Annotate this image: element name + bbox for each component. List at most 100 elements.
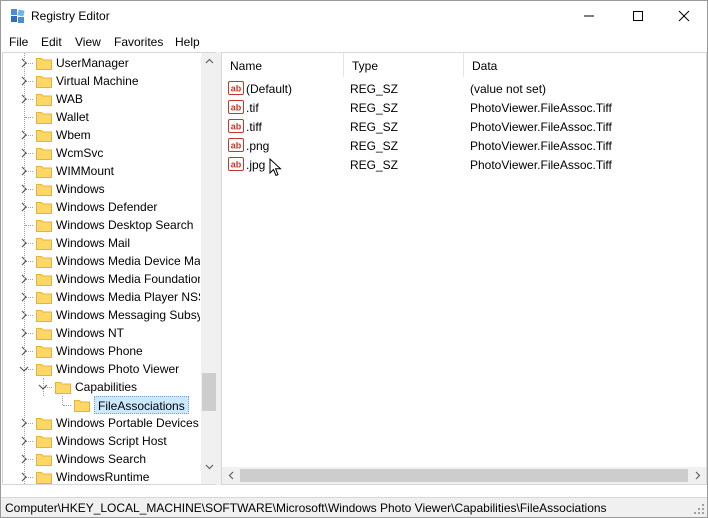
tree-item[interactable]: Windows [3,180,200,198]
string-value-icon: ab [228,119,244,133]
scroll-left-button[interactable] [222,467,239,484]
values-pane[interactable]: Name Type Data ab (Default) REG_SZ (value n… [221,52,707,485]
values-horizontal-scrollbar[interactable] [222,467,706,484]
tree-item-label: Windows Messaging Subsy [56,308,200,322]
chevron-up-icon [205,58,213,64]
tree-guide-line [24,53,25,484]
tree-item[interactable]: Virtual Machine [3,72,200,90]
tree-vertical-scrollbar[interactable] [201,53,216,484]
column-header-type[interactable]: Type [344,53,464,77]
value-type: REG_SZ [350,82,399,96]
value-row[interactable]: ab .jpg REG_SZ PhotoViewer.FileAssoc.Tiff [222,155,706,174]
tree-item[interactable]: FileAssociations [3,396,200,414]
column-header-name[interactable]: Name [222,53,344,77]
value-name: (Default) [246,82,293,96]
column-header-data[interactable]: Data [464,53,706,77]
tree-item-label: WIMMount [56,164,115,178]
svg-text:ab: ab [231,141,242,151]
tree-item-label: UserManager [56,56,129,70]
scroll-up-button[interactable] [201,53,216,69]
chevron-right-icon [695,471,700,480]
tree-scroll-thumb[interactable] [202,373,216,411]
tree-item[interactable]: Windows Media Foundation [3,270,200,288]
tree-item[interactable]: WIMMount [3,162,200,180]
folder-icon [36,184,52,196]
menu-help[interactable]: Help [175,35,200,49]
value-data: PhotoViewer.FileAssoc.Tiff [470,101,612,115]
string-value-icon: ab [228,100,244,114]
value-type: REG_SZ [350,158,399,172]
tree-item-label: Windows Defender [56,200,158,214]
close-button[interactable] [661,1,707,31]
tree-item-label: Windows Mail [56,236,131,250]
tree-item[interactable]: Windows Phone [3,342,200,360]
value-row[interactable]: ab (Default) REG_SZ (value not set) [222,79,706,98]
tree-item[interactable]: Windows Script Host [3,432,200,450]
string-value-icon: ab [228,138,244,152]
tree-item-label: WAB [56,92,83,106]
folder-icon [36,238,52,250]
minimize-button[interactable] [566,1,612,31]
tree-item[interactable]: Windows Defender [3,198,200,216]
value-data: (value not set) [470,82,547,96]
tree-item[interactable]: Windows Desktop Search [3,216,200,234]
tree-item-label: Windows Script Host [56,434,167,448]
tree-item[interactable]: Windows Messaging Subsy [3,306,200,324]
string-value-icon: ab [228,157,244,171]
value-row[interactable]: ab .png REG_SZ PhotoViewer.FileAssoc.Tiff [222,136,706,155]
tree-item[interactable]: WindowsRuntime [3,468,200,484]
value-name: .tiff [246,120,262,134]
folder-icon [36,346,52,358]
tree-item-label: Capabilities [75,380,138,394]
registry-editor-app-icon [11,9,25,23]
value-name: .png [246,139,270,153]
folder-icon [55,382,71,394]
maximize-button[interactable] [615,1,661,31]
tree-item[interactable]: Wbem [3,126,200,144]
tree-item[interactable]: Windows NT [3,324,200,342]
tree-item[interactable]: Capabilities [3,378,200,396]
values-scroll-thumb[interactable] [240,469,688,482]
folder-icon [74,400,90,412]
value-name: .jpg [246,158,266,172]
tree-item-label: Wbem [56,128,91,142]
tree-item[interactable]: UserManager [3,54,200,72]
close-icon [678,10,690,22]
value-type: REG_SZ [350,139,399,153]
tree-item[interactable]: WcmSvc [3,144,200,162]
tree-item-label: WindowsRuntime [56,470,150,484]
value-row[interactable]: ab .tiff REG_SZ PhotoViewer.FileAssoc.Tiff [222,117,706,136]
tree-item[interactable]: WAB [3,90,200,108]
folder-icon [36,148,52,160]
tree-item-label: Windows Photo Viewer [56,362,180,376]
folder-icon [36,364,52,376]
folder-icon [36,220,52,232]
tree-item[interactable]: Wallet [3,108,200,126]
scroll-right-button[interactable] [689,467,706,484]
tree-item[interactable]: Windows Photo Viewer [3,360,200,378]
key-tree-pane[interactable]: UserManager Virtual Machine WAB Wallet Wbem W… [2,52,216,485]
menu-edit[interactable]: Edit [41,35,62,49]
value-row[interactable]: ab .tif REG_SZ PhotoViewer.FileAssoc.Tiff [222,98,706,117]
tree-item[interactable]: Windows Mail [3,234,200,252]
value-data: PhotoViewer.FileAssoc.Tiff [470,120,612,134]
tree-item-label: Windows Portable Devices [56,416,199,430]
folder-icon [36,328,52,340]
tree-item[interactable]: Windows Search [3,450,200,468]
svg-text:ab: ab [231,103,242,113]
tree-item[interactable]: Windows Portable Devices [3,414,200,432]
menu-file[interactable]: File [9,35,28,49]
tree-item-label: Windows Media Foundation [56,272,200,286]
tree-guide-line [62,396,63,405]
title-bar[interactable]: Registry Editor [1,1,707,31]
tree-item-label: Windows Desktop Search [56,218,194,232]
tree-item[interactable]: Windows Media Device Ma [3,252,200,270]
string-value-icon: ab [228,81,244,95]
resize-grip-icon[interactable] [693,503,705,515]
tree-item[interactable]: Windows Media Player NSS [3,288,200,306]
folder-icon [36,418,52,430]
scroll-down-button[interactable] [201,459,216,475]
menu-favorites[interactable]: Favorites [114,35,163,49]
maximize-icon [633,11,643,21]
menu-view[interactable]: View [75,35,101,49]
